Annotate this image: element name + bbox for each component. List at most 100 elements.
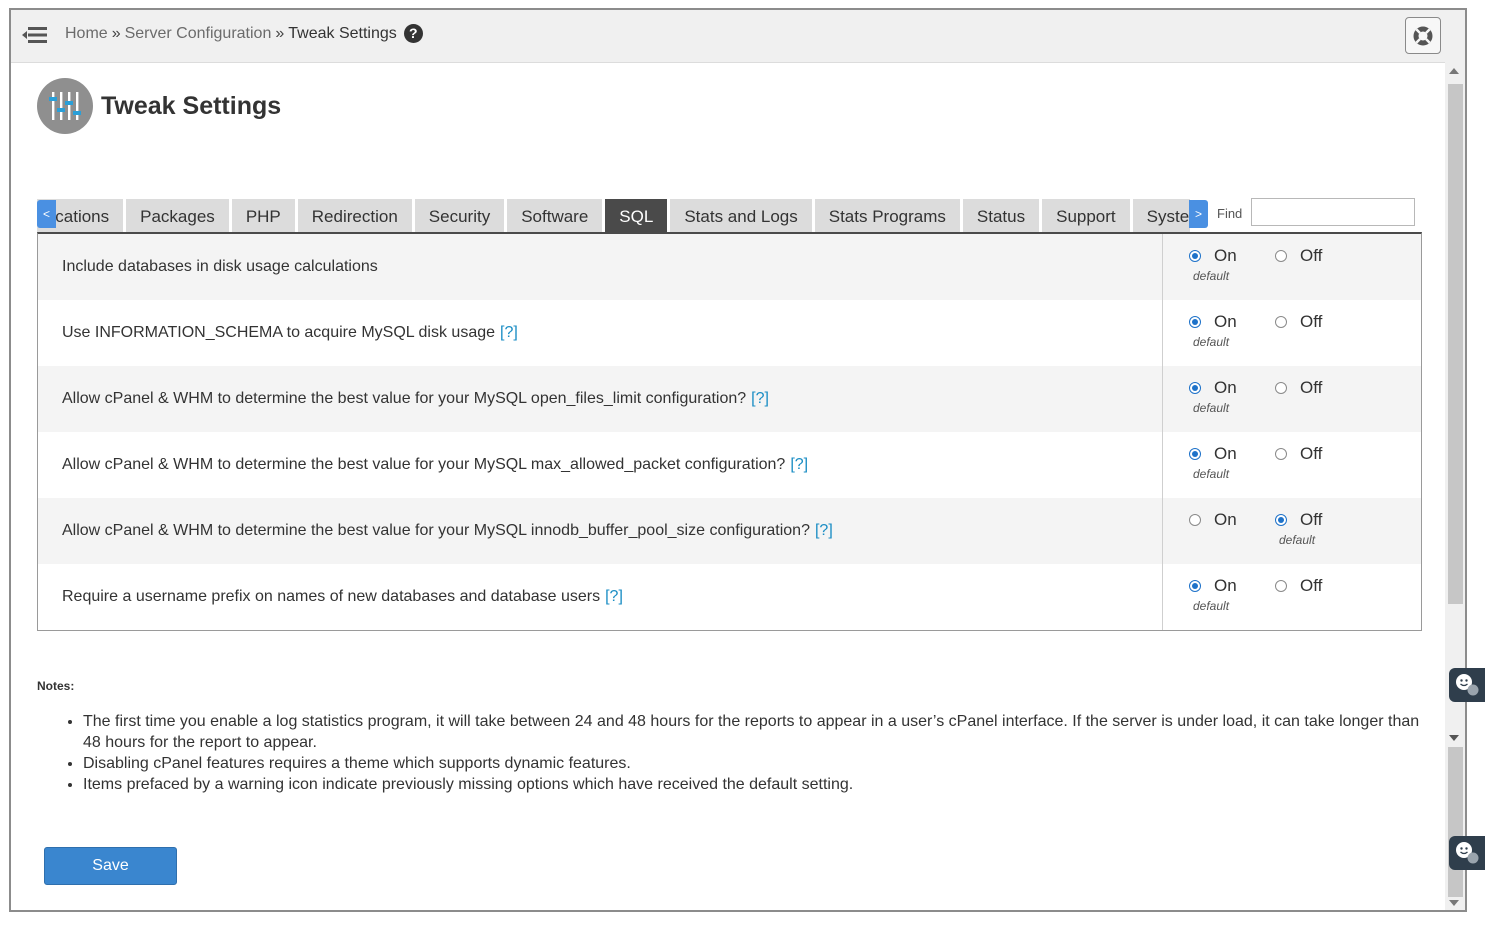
sliders-icon: [37, 78, 93, 134]
tab-redirection[interactable]: Redirection: [297, 199, 412, 232]
notes-title: Notes:: [37, 679, 75, 693]
tab-support[interactable]: Support: [1042, 199, 1130, 232]
option-on-label: On: [1214, 312, 1237, 331]
scroll-down-arrow[interactable]: [1449, 735, 1459, 741]
setting-label-cell: Allow cPanel & WHM to determine the best…: [38, 498, 1163, 564]
option-on-label: On: [1214, 444, 1237, 463]
setting-help-link[interactable]: [?]: [500, 324, 518, 342]
menu-icon[interactable]: [21, 24, 49, 46]
tab-security[interactable]: Security: [414, 199, 505, 232]
setting-row: Allow cPanel & WHM to determine the best…: [38, 432, 1421, 498]
option-off-label: Off: [1300, 312, 1323, 331]
setting-label-cell: Allow cPanel & WHM to determine the best…: [38, 366, 1163, 432]
setting-help-link[interactable]: [?]: [751, 390, 769, 408]
scroll-thumb[interactable]: [1448, 747, 1463, 897]
setting-row: Use INFORMATION_SCHEMA to acquire MySQL …: [38, 300, 1421, 366]
option-on[interactable]: On default: [1189, 378, 1237, 415]
setting-label-cell: Require a username prefix on names of ne…: [38, 564, 1163, 630]
help-icon[interactable]: ?: [403, 24, 423, 43]
tab-system[interactable]: Syste: [1132, 199, 1190, 232]
option-on-label: On: [1214, 378, 1237, 397]
notes: Notes: The first time you enable a log s…: [37, 679, 1422, 795]
radio-on[interactable]: [1189, 580, 1201, 592]
setting-control: On default Off: [1163, 564, 1421, 630]
setting-control: On Off default: [1163, 498, 1421, 564]
option-on-label: On: [1214, 576, 1237, 595]
option-off-label: Off: [1300, 378, 1323, 397]
option-on[interactable]: On default: [1189, 312, 1237, 349]
radio-on[interactable]: [1189, 514, 1201, 526]
option-off[interactable]: Off: [1275, 312, 1322, 332]
option-off[interactable]: Off: [1275, 576, 1322, 596]
option-off[interactable]: Off: [1275, 444, 1322, 464]
setting-help-link[interactable]: [?]: [605, 588, 623, 606]
save-button[interactable]: Save: [44, 847, 177, 885]
setting-label: Allow cPanel & WHM to determine the best…: [62, 522, 810, 539]
breadcrumb-server-configuration[interactable]: Server Configuration: [125, 25, 272, 43]
option-on[interactable]: On default: [1189, 576, 1237, 613]
scrollbar[interactable]: [1445, 62, 1465, 910]
setting-control: On default Off: [1163, 300, 1421, 366]
radio-on[interactable]: [1189, 448, 1201, 460]
scroll-up-arrow[interactable]: [1449, 68, 1459, 74]
breadcrumb-current: Tweak Settings: [288, 24, 397, 42]
setting-label: Use INFORMATION_SCHEMA to acquire MySQL …: [62, 324, 496, 341]
setting-help-link[interactable]: [?]: [815, 522, 833, 540]
breadcrumb-separator: »: [111, 24, 121, 42]
setting-label: Require a username prefix on names of ne…: [62, 588, 601, 605]
option-off[interactable]: Off: [1275, 378, 1322, 398]
radio-on[interactable]: [1189, 382, 1201, 394]
default-tag: default: [1193, 467, 1230, 481]
app-frame: Home » Server Configuration » Tweak Sett…: [9, 8, 1467, 912]
default-tag: default: [1193, 335, 1230, 349]
setting-row: Require a username prefix on names of ne…: [38, 564, 1421, 630]
setting-control: On default Off: [1163, 432, 1421, 498]
setting-label-cell: Include databases in disk usage calculat…: [38, 234, 1163, 300]
default-tag: default: [1193, 401, 1230, 415]
tab-packages[interactable]: Packages: [126, 199, 229, 232]
radio-off[interactable]: [1275, 514, 1287, 526]
setting-row: Allow cPanel & WHM to determine the best…: [38, 498, 1421, 564]
chat-face-icon: [1456, 674, 1479, 696]
option-on-label: On: [1214, 246, 1237, 265]
option-off-label: Off: [1300, 510, 1323, 529]
option-on[interactable]: On: [1189, 510, 1237, 530]
option-off[interactable]: Off default: [1275, 510, 1322, 547]
find-input[interactable]: [1251, 198, 1415, 226]
radio-off[interactable]: [1275, 382, 1287, 394]
radio-off[interactable]: [1275, 580, 1287, 592]
tab-sql[interactable]: SQL: [605, 199, 668, 232]
page-title: Tweak Settings: [101, 91, 282, 120]
tabs-next-button[interactable]: >: [1189, 200, 1208, 228]
setting-row: Allow cPanel & WHM to determine the best…: [38, 366, 1421, 432]
setting-label-cell: Allow cPanel & WHM to determine the best…: [38, 432, 1163, 498]
setting-label-cell: Use INFORMATION_SCHEMA to acquire MySQL …: [38, 300, 1163, 366]
option-off-label: Off: [1300, 444, 1323, 463]
option-off[interactable]: Off: [1275, 246, 1322, 266]
lifebuoy-icon: [1413, 26, 1433, 45]
setting-help-link[interactable]: [?]: [790, 456, 808, 474]
chat-button[interactable]: [1449, 836, 1485, 870]
breadcrumb-home[interactable]: Home: [65, 25, 108, 43]
tabs-prev-button[interactable]: <: [37, 200, 56, 228]
radio-on[interactable]: [1189, 316, 1201, 328]
scroll-thumb[interactable]: [1448, 84, 1463, 604]
page-header: Tweak Settings: [37, 78, 281, 134]
radio-off[interactable]: [1275, 250, 1287, 262]
radio-on[interactable]: [1189, 250, 1201, 262]
option-on[interactable]: On default: [1189, 444, 1237, 481]
setting-control: On default Off: [1163, 366, 1421, 432]
setting-label: Allow cPanel & WHM to determine the best…: [62, 390, 747, 407]
option-on[interactable]: On default: [1189, 246, 1237, 283]
tab-stats-and-logs[interactable]: Stats and Logs: [670, 199, 812, 232]
tab-stats-programs[interactable]: Stats Programs: [814, 199, 960, 232]
radio-off[interactable]: [1275, 316, 1287, 328]
tab-status[interactable]: Status: [962, 199, 1040, 232]
top-bar: Home » Server Configuration » Tweak Sett…: [11, 10, 1465, 63]
radio-off[interactable]: [1275, 448, 1287, 460]
tab-php[interactable]: PHP: [231, 199, 295, 232]
tab-software[interactable]: Software: [507, 199, 603, 232]
support-button[interactable]: [1405, 17, 1441, 54]
chat-button[interactable]: [1449, 668, 1485, 702]
scroll-down-arrow[interactable]: [1449, 900, 1459, 906]
